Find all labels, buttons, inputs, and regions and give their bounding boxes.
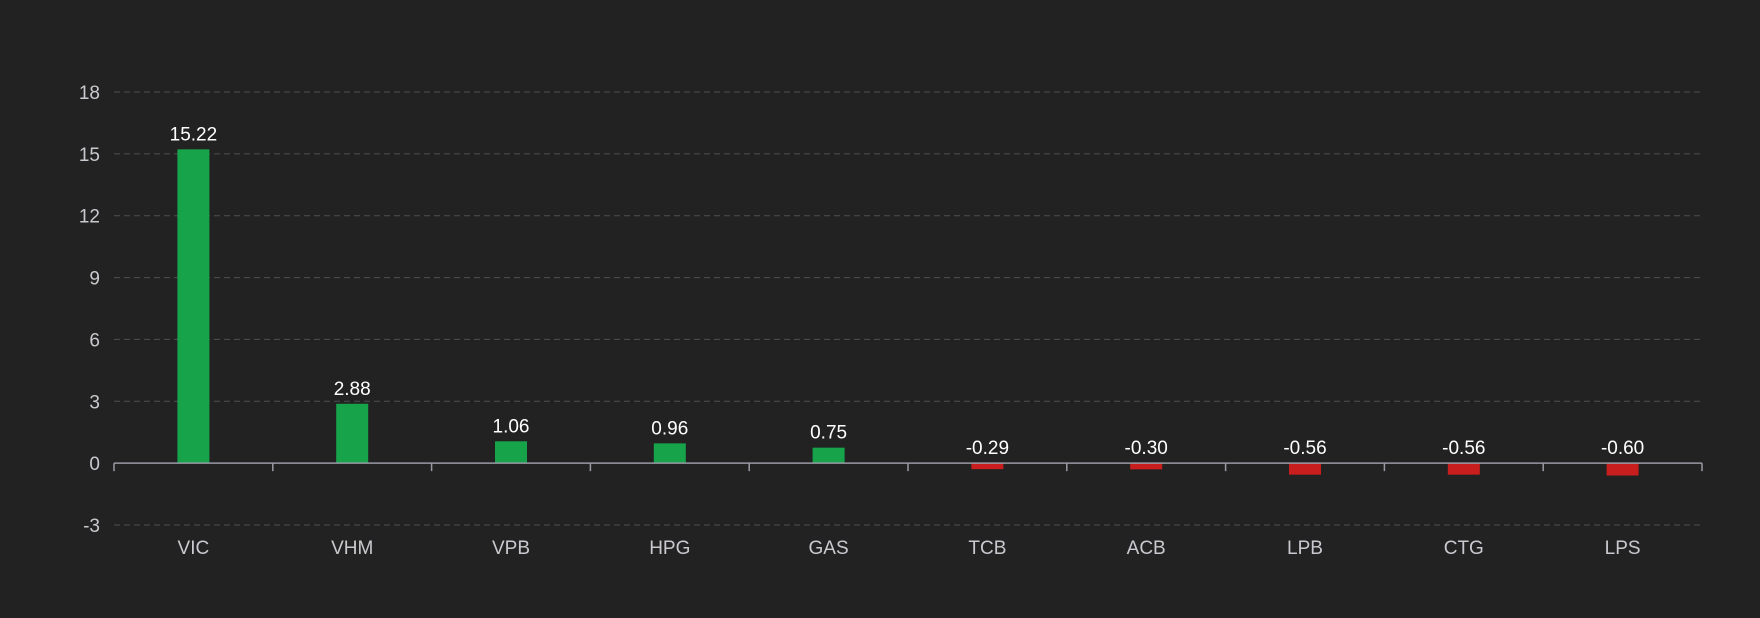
data-label: -0.56 (1283, 438, 1326, 459)
x-axis-labels: VIC VHM VPB HPG GAS TCB ACB LPB CTG LPS (178, 538, 1641, 559)
bar-lpb (1289, 463, 1321, 475)
bar-vpb (495, 441, 527, 464)
x-tick-label: VHM (331, 538, 373, 559)
y-tick-label: 18 (79, 83, 100, 104)
bar-acb (1130, 463, 1163, 470)
x-tick-label: CTG (1444, 538, 1484, 559)
x-tick-label: TCB (968, 538, 1006, 559)
data-label: -0.60 (1601, 438, 1644, 459)
y-tick-label: 12 (79, 207, 100, 228)
bar-gas (812, 447, 845, 464)
data-label: 15.22 (170, 124, 218, 145)
bar-lps (1606, 463, 1639, 476)
data-label: 0.96 (651, 418, 688, 439)
y-tick-label: -3 (83, 516, 100, 537)
x-tick-label: VIC (178, 538, 210, 559)
bar-tcb (971, 463, 1004, 470)
bar-vic (177, 149, 210, 464)
data-label: -0.29 (966, 438, 1009, 459)
y-tick-label: 6 (89, 330, 100, 351)
chart-canvas: -3 0 3 6 9 12 15 18 VIC VHM VPB HPG GAS TCB ACB LPB CTG… (79, 83, 1703, 559)
x-tick-label: GAS (809, 538, 849, 559)
data-label: -0.56 (1442, 438, 1485, 459)
bar-ctg (1447, 463, 1480, 475)
y-tick-label: 9 (89, 269, 100, 290)
x-tick-label: VPB (492, 538, 530, 559)
data-labels: 15.22 2.88 1.06 0.96 0.75 -0.29 -0.30 -0.56 -0.5… (168, 123, 1646, 461)
bar-vhm (336, 403, 369, 464)
x-tick-label: LPB (1287, 538, 1323, 559)
bar-hpg (653, 443, 686, 464)
x-tick-label: LPS (1605, 538, 1641, 559)
bars (177, 149, 1639, 476)
x-tick-label: ACB (1127, 538, 1166, 559)
bar-chart: -3 0 3 6 9 12 15 18 VIC VHM VPB HPG GAS TCB ACB LPB CTG… (0, 0, 1760, 618)
y-axis-ticks: -3 0 3 6 9 12 15 18 (79, 83, 100, 537)
x-tick-label: HPG (649, 538, 690, 559)
data-label: 0.75 (810, 423, 847, 444)
data-label: 1.06 (493, 416, 530, 437)
data-label: 2.88 (334, 379, 371, 400)
y-tick-label: 3 (89, 392, 100, 413)
y-tick-label: 0 (89, 454, 100, 475)
y-tick-label: 15 (79, 145, 100, 166)
data-label: -0.30 (1125, 438, 1168, 459)
